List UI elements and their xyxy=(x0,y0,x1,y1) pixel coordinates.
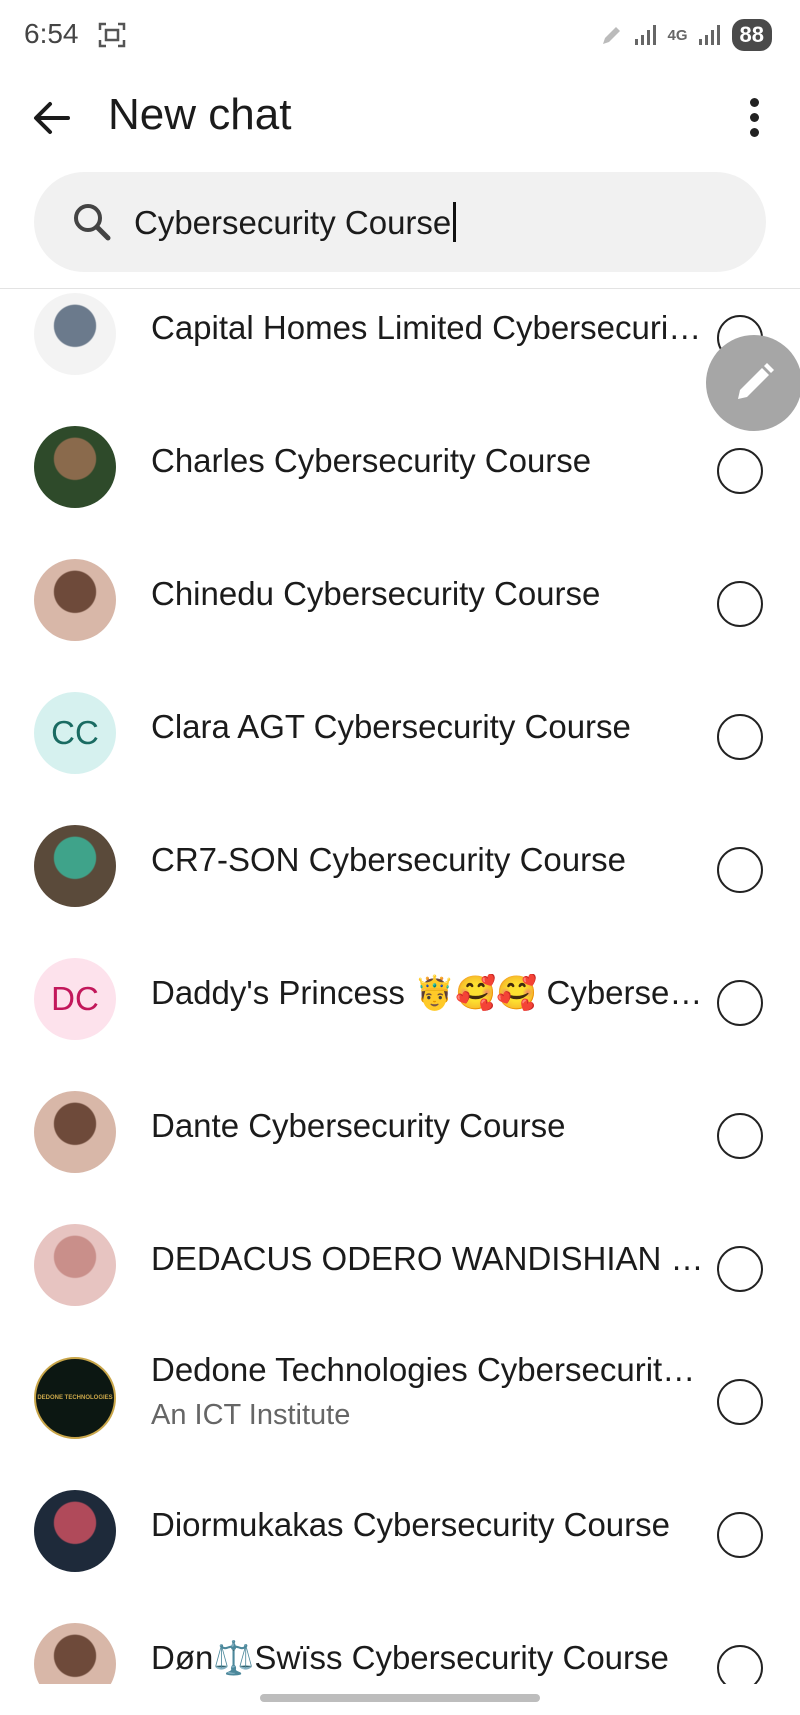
contact-name: Døn⚖️Swïss Cybersecurity Course xyxy=(151,1639,669,1676)
contact-row[interactable]: CC Clara AGT Cybersecurity Course xyxy=(0,670,800,803)
contact-list[interactable]: Capital Homes Limited Cybersecurity Cour… xyxy=(0,289,800,1684)
contact-avatar xyxy=(34,825,116,907)
contact-name: Dedone Technologies Cybersecurity Course xyxy=(151,1351,706,1388)
contact-avatar xyxy=(34,293,116,375)
status-time: 6:54 xyxy=(24,18,79,49)
select-checkbox[interactable] xyxy=(717,1379,763,1425)
contact-row[interactable]: Charles Cybersecurity Course xyxy=(0,404,800,537)
contact-avatar: CC xyxy=(34,692,116,774)
logo-text: DEDONE TECHNOLOGIES xyxy=(37,1395,113,1401)
back-arrow-icon[interactable] xyxy=(26,92,78,144)
select-checkbox[interactable] xyxy=(717,980,763,1026)
contact-avatar xyxy=(34,1224,116,1306)
contact-avatar: DC xyxy=(34,958,116,1040)
contact-avatar xyxy=(34,1623,116,1684)
search-value: Cybersecurity Course xyxy=(134,204,452,241)
select-checkbox[interactable] xyxy=(717,448,763,494)
contact-name: CR7-SON Cybersecurity Course xyxy=(151,841,626,878)
contact-avatar xyxy=(34,559,116,641)
contact-row[interactable]: DC Daddy's Princess 🤴🥰🥰 Cybersecurity Cou… xyxy=(0,936,800,1069)
contact-row[interactable]: Dante Cybersecurity Course xyxy=(0,1069,800,1202)
signal-icon-2 xyxy=(698,25,720,45)
screen-record-icon xyxy=(98,22,126,48)
select-checkbox[interactable] xyxy=(717,1246,763,1292)
contact-name: Chinedu Cybersecurity Course xyxy=(151,575,601,612)
text-caret xyxy=(453,202,457,242)
avatar-initials: DC xyxy=(51,980,99,1017)
search-icon xyxy=(74,204,111,241)
network-type: 4G xyxy=(667,26,688,44)
home-indicator[interactable] xyxy=(260,1694,540,1702)
more-options-icon[interactable] xyxy=(742,92,766,144)
battery-level: 88 xyxy=(731,19,772,51)
contact-row[interactable]: Chinedu Cybersecurity Course xyxy=(0,537,800,670)
status-bar: 6:54 4G 88 xyxy=(0,0,800,72)
signal-icon xyxy=(634,25,656,45)
status-icons: 4G 88 xyxy=(600,18,772,52)
page-title: New chat xyxy=(108,90,292,139)
select-checkbox[interactable] xyxy=(717,581,763,627)
edit-fab-button[interactable] xyxy=(706,335,800,431)
contact-row[interactable]: Capital Homes Limited Cybersecurity Cour… xyxy=(0,289,800,404)
contact-row[interactable]: Diormukakas Cybersecurity Course xyxy=(0,1468,800,1601)
contact-avatar: DEDONE TECHNOLOGIES xyxy=(34,1357,116,1439)
contact-name: Diormukakas Cybersecurity Course xyxy=(151,1506,670,1543)
select-checkbox[interactable] xyxy=(717,1645,763,1684)
select-checkbox[interactable] xyxy=(717,714,763,760)
pencil-icon xyxy=(738,363,774,399)
contact-name: Capital Homes Limited Cybersecurity Cour… xyxy=(151,309,706,346)
app-header: New chat xyxy=(0,72,800,172)
contact-name: Clara AGT Cybersecurity Course xyxy=(151,708,631,745)
contact-name: Dante Cybersecurity Course xyxy=(151,1107,566,1144)
contact-avatar xyxy=(34,1490,116,1572)
contact-row[interactable]: Døn⚖️Swïss Cybersecurity Course xyxy=(0,1601,800,1684)
contact-avatar xyxy=(34,426,116,508)
contact-avatar xyxy=(34,1091,116,1173)
contact-name: Charles Cybersecurity Course xyxy=(151,442,592,479)
contact-name: Daddy's Princess 🤴🥰🥰 Cybersecurity Cours… xyxy=(151,974,706,1011)
contact-row[interactable]: CR7-SON Cybersecurity Course xyxy=(0,803,800,936)
select-checkbox[interactable] xyxy=(717,1512,763,1558)
contact-subtitle: An ICT Institute xyxy=(151,1399,351,1431)
search-bar[interactable]: Cybersecurity Course xyxy=(34,172,766,272)
avatar-initials: CC xyxy=(51,714,99,751)
contact-name: DEDACUS ODERO WANDISHIAN Cybersecurity C… xyxy=(151,1240,706,1277)
contact-row[interactable]: DEDACUS ODERO WANDISHIAN Cybersecurity C… xyxy=(0,1202,800,1335)
edit-status-icon xyxy=(602,27,620,44)
select-checkbox[interactable] xyxy=(717,1113,763,1159)
search-input[interactable]: Cybersecurity Course xyxy=(134,202,457,242)
select-checkbox[interactable] xyxy=(717,847,763,893)
contact-row[interactable]: DEDONE TECHNOLOGIES Dedone Technologies C… xyxy=(0,1335,800,1468)
